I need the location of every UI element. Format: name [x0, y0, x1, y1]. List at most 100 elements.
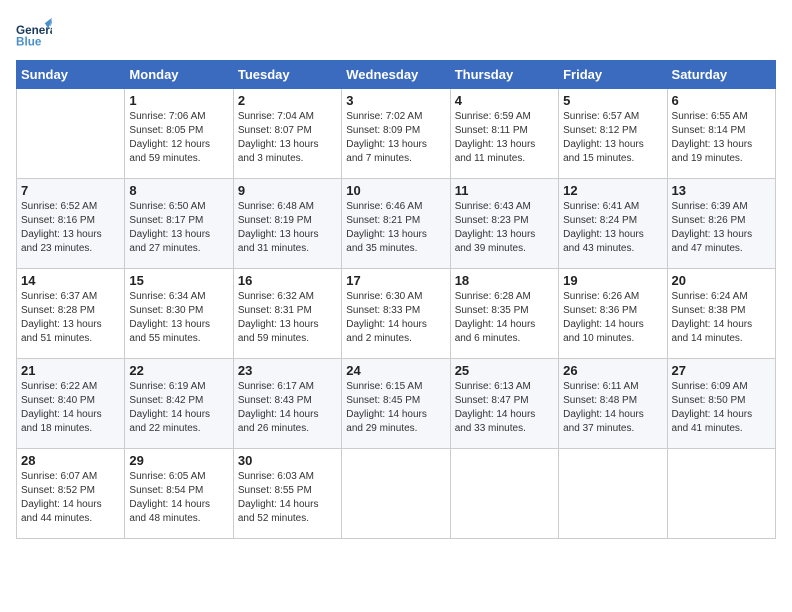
day-number: 27 [672, 363, 771, 378]
day-number: 23 [238, 363, 337, 378]
calendar-cell: 24 Sunrise: 6:15 AM Sunset: 8:45 PM Dayli… [342, 359, 450, 449]
calendar-week-row: 1 Sunrise: 7:06 AM Sunset: 8:05 PM Daylig… [17, 89, 776, 179]
svg-text:Blue: Blue [16, 36, 42, 49]
calendar-week-row: 21Sunrise: 6:22 AM Sunset: 8:40 PM Dayli… [17, 359, 776, 449]
calendar-cell [17, 89, 125, 179]
day-number: 4 [455, 93, 554, 108]
calendar-cell: 14 Sunrise: 6:37 AM Sunset: 8:28 PM Dayli… [17, 269, 125, 359]
day-info: Sunrise: 6:07 AM Sunset: 8:52 PM Dayligh… [21, 470, 120, 526]
calendar-cell [667, 449, 775, 539]
calendar-cell: 20 Sunrise: 6:24 AM Sunset: 8:38 PM Dayli… [667, 269, 775, 359]
day-info: Sunrise: 7:02 AM Sunset: 8:09 PM Dayligh… [346, 110, 445, 166]
day-info: Sunrise: 6:48 AM Sunset: 8:19 PM Dayligh… [238, 200, 337, 256]
day-info: Sunrise: 6:24 AM Sunset: 8:38 PM Dayligh… [672, 290, 771, 346]
calendar-table: SundayMondayTuesdayWednesdayThursdayFrid… [16, 60, 776, 539]
day-number: 21 [21, 363, 120, 378]
calendar-cell: 17 Sunrise: 6:30 AM Sunset: 8:33 PM Dayli… [342, 269, 450, 359]
calendar-week-row: 28 Sunrise: 6:07 AM Sunset: 8:52 PM Dayli… [17, 449, 776, 539]
day-number: 9 [238, 183, 337, 198]
day-info: Sunrise: 6:05 AM Sunset: 8:54 PM Dayligh… [129, 470, 228, 526]
day-number: 3 [346, 93, 445, 108]
day-info: Sunrise: 6:52 AM Sunset: 8:16 PM Dayligh… [21, 200, 120, 256]
day-info: Sunrise: 6:28 AM Sunset: 8:35 PM Dayligh… [455, 290, 554, 346]
day-number: 22 [129, 363, 228, 378]
calendar-cell: 27 Sunrise: 6:09 AM Sunset: 8:50 PM Dayli… [667, 359, 775, 449]
calendar-cell: 12 Sunrise: 6:41 AM Sunset: 8:24 PM Dayli… [559, 179, 667, 269]
weekday-header: Friday [559, 61, 667, 89]
day-number: 8 [129, 183, 228, 198]
logo-icon: General Blue [16, 16, 52, 52]
day-number: 29 [129, 453, 228, 468]
day-number: 5 [563, 93, 662, 108]
day-info: Sunrise: 6:19 AM Sunset: 8:42 PM Dayligh… [129, 380, 228, 436]
calendar-cell: 1 Sunrise: 7:06 AM Sunset: 8:05 PM Daylig… [125, 89, 233, 179]
weekday-header: Wednesday [342, 61, 450, 89]
calendar-cell: 19Sunrise: 6:26 AM Sunset: 8:36 PM Dayli… [559, 269, 667, 359]
day-number: 2 [238, 93, 337, 108]
calendar-cell: 5 Sunrise: 6:57 AM Sunset: 8:12 PM Daylig… [559, 89, 667, 179]
day-info: Sunrise: 6:26 AM Sunset: 8:36 PM Dayligh… [563, 290, 662, 346]
day-info: Sunrise: 6:46 AM Sunset: 8:21 PM Dayligh… [346, 200, 445, 256]
calendar-cell: 30 Sunrise: 6:03 AM Sunset: 8:55 PM Dayli… [233, 449, 341, 539]
weekday-header: Tuesday [233, 61, 341, 89]
logo: General Blue [16, 16, 52, 52]
day-number: 15 [129, 273, 228, 288]
day-info: Sunrise: 6:37 AM Sunset: 8:28 PM Dayligh… [21, 290, 120, 346]
day-info: Sunrise: 6:41 AM Sunset: 8:24 PM Dayligh… [563, 200, 662, 256]
calendar-cell [450, 449, 558, 539]
day-info: Sunrise: 6:59 AM Sunset: 8:11 PM Dayligh… [455, 110, 554, 166]
page-header: General Blue [16, 16, 776, 52]
day-number: 11 [455, 183, 554, 198]
day-number: 28 [21, 453, 120, 468]
calendar-cell: 28 Sunrise: 6:07 AM Sunset: 8:52 PM Dayli… [17, 449, 125, 539]
calendar-cell: 25Sunrise: 6:13 AM Sunset: 8:47 PM Dayli… [450, 359, 558, 449]
calendar-cell: 26 Sunrise: 6:11 AM Sunset: 8:48 PM Dayli… [559, 359, 667, 449]
calendar-cell: 2 Sunrise: 7:04 AM Sunset: 8:07 PM Daylig… [233, 89, 341, 179]
calendar-cell: 22 Sunrise: 6:19 AM Sunset: 8:42 PM Dayli… [125, 359, 233, 449]
day-info: Sunrise: 6:39 AM Sunset: 8:26 PM Dayligh… [672, 200, 771, 256]
day-number: 17 [346, 273, 445, 288]
calendar-cell [342, 449, 450, 539]
day-number: 10 [346, 183, 445, 198]
day-number: 6 [672, 93, 771, 108]
day-info: Sunrise: 7:06 AM Sunset: 8:05 PM Dayligh… [129, 110, 228, 166]
day-info: Sunrise: 6:30 AM Sunset: 8:33 PM Dayligh… [346, 290, 445, 346]
day-number: 30 [238, 453, 337, 468]
day-number: 12 [563, 183, 662, 198]
day-info: Sunrise: 7:04 AM Sunset: 8:07 PM Dayligh… [238, 110, 337, 166]
calendar-week-row: 14 Sunrise: 6:37 AM Sunset: 8:28 PM Dayli… [17, 269, 776, 359]
calendar-cell: 8Sunrise: 6:50 AM Sunset: 8:17 PM Daylig… [125, 179, 233, 269]
calendar-cell: 21Sunrise: 6:22 AM Sunset: 8:40 PM Dayli… [17, 359, 125, 449]
day-number: 7 [21, 183, 120, 198]
calendar-cell: 15 Sunrise: 6:34 AM Sunset: 8:30 PM Dayli… [125, 269, 233, 359]
day-info: Sunrise: 6:34 AM Sunset: 8:30 PM Dayligh… [129, 290, 228, 346]
day-number: 1 [129, 93, 228, 108]
day-number: 13 [672, 183, 771, 198]
day-number: 24 [346, 363, 445, 378]
day-number: 20 [672, 273, 771, 288]
weekday-header-row: SundayMondayTuesdayWednesdayThursdayFrid… [17, 61, 776, 89]
weekday-header: Saturday [667, 61, 775, 89]
calendar-cell: 10 Sunrise: 6:46 AM Sunset: 8:21 PM Dayli… [342, 179, 450, 269]
calendar-cell: 6Sunrise: 6:55 AM Sunset: 8:14 PM Daylig… [667, 89, 775, 179]
calendar-cell: 11Sunrise: 6:43 AM Sunset: 8:23 PM Dayli… [450, 179, 558, 269]
day-number: 26 [563, 363, 662, 378]
calendar-cell: 16Sunrise: 6:32 AM Sunset: 8:31 PM Dayli… [233, 269, 341, 359]
day-number: 14 [21, 273, 120, 288]
calendar-cell [559, 449, 667, 539]
day-info: Sunrise: 6:13 AM Sunset: 8:47 PM Dayligh… [455, 380, 554, 436]
calendar-week-row: 7 Sunrise: 6:52 AM Sunset: 8:16 PM Daylig… [17, 179, 776, 269]
calendar-cell: 7 Sunrise: 6:52 AM Sunset: 8:16 PM Daylig… [17, 179, 125, 269]
day-info: Sunrise: 6:57 AM Sunset: 8:12 PM Dayligh… [563, 110, 662, 166]
calendar-cell: 13 Sunrise: 6:39 AM Sunset: 8:26 PM Dayli… [667, 179, 775, 269]
day-info: Sunrise: 6:11 AM Sunset: 8:48 PM Dayligh… [563, 380, 662, 436]
weekday-header: Sunday [17, 61, 125, 89]
calendar-cell: 29 Sunrise: 6:05 AM Sunset: 8:54 PM Dayli… [125, 449, 233, 539]
calendar-cell: 3 Sunrise: 7:02 AM Sunset: 8:09 PM Daylig… [342, 89, 450, 179]
day-info: Sunrise: 6:15 AM Sunset: 8:45 PM Dayligh… [346, 380, 445, 436]
day-info: Sunrise: 6:09 AM Sunset: 8:50 PM Dayligh… [672, 380, 771, 436]
day-number: 18 [455, 273, 554, 288]
calendar-cell: 23Sunrise: 6:17 AM Sunset: 8:43 PM Dayli… [233, 359, 341, 449]
day-number: 16 [238, 273, 337, 288]
day-info: Sunrise: 6:03 AM Sunset: 8:55 PM Dayligh… [238, 470, 337, 526]
